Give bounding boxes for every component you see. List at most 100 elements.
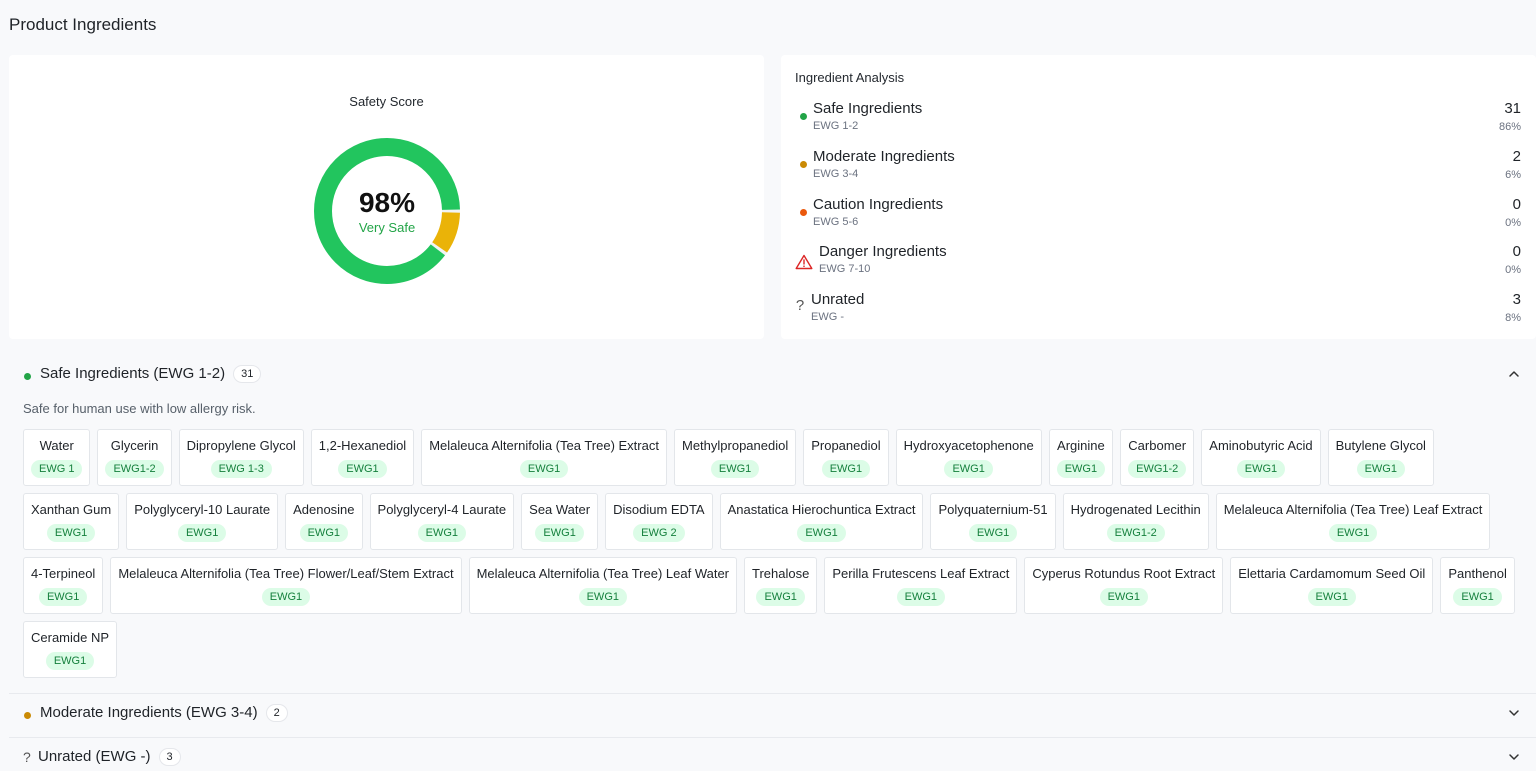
ingredient-chip[interactable]: Hydrogenated Lecithin EWG1-2: [1062, 493, 1209, 550]
ingredient-chip[interactable]: Glycerin EWG1-2: [97, 429, 172, 486]
ewg-badge: EWG 1: [31, 460, 83, 478]
ingredient-name: Butylene Glycol: [1335, 438, 1426, 453]
ingredient-chip[interactable]: Elettaria Cardamomum Seed Oil EWG1: [1230, 557, 1434, 614]
ingredient-chip[interactable]: Disodium EDTA EWG 2: [605, 493, 713, 550]
analysis-row-count: 3: [1512, 291, 1521, 308]
ingredient-chip[interactable]: Ceramide NP EWG1: [23, 621, 118, 678]
ewg-badge: EWG1: [261, 588, 311, 606]
ingredient-chip[interactable]: Water EWG 1: [23, 429, 91, 486]
ingredient-chip[interactable]: Panthenol EWG1: [1440, 557, 1515, 614]
ewg-badge: EWG1: [578, 588, 627, 606]
ewg-badge: EWG1-2: [105, 460, 164, 478]
green-dot-icon: [24, 373, 31, 380]
ingredient-name: Panthenol: [1448, 566, 1507, 581]
ingredient-name: Trehalose: [752, 566, 810, 581]
ingredient-chip[interactable]: 1,2-Hexanediol EWG1: [310, 429, 415, 486]
ingredient-chip[interactable]: Polyglyceryl-10 Laurate EWG1: [126, 493, 279, 550]
ingredient-chip[interactable]: Polyquaternium-51 EWG1: [930, 493, 1056, 550]
ingredient-chip[interactable]: Arginine EWG1: [1048, 429, 1114, 486]
ewg-badge: EWG1: [417, 524, 467, 542]
ingredient-chip[interactable]: Dipropylene Glycol EWG 1-3: [178, 429, 304, 486]
safe-section-count-badge: 31: [233, 365, 262, 383]
safety-score-description: Very Safe: [358, 219, 416, 235]
safe-section-title: Safe Ingredients (EWG 1-2) 31: [40, 365, 262, 383]
analysis-row-count: 31: [1504, 100, 1521, 117]
ewg-badge: EWG1: [1356, 460, 1405, 478]
analysis-row-range: EWG 3-4: [813, 168, 859, 180]
green-dot-icon: [795, 108, 811, 124]
ingredient-chip[interactable]: Butylene Glycol EWG1: [1327, 429, 1434, 486]
ewg-badge: EWG 1-3: [210, 460, 272, 478]
ingredient-name: Carbomer: [1128, 438, 1187, 453]
ingredient-name: Aminobutyric Acid: [1209, 438, 1313, 453]
question-mark-icon: ?: [795, 296, 805, 314]
safe-section-header[interactable]: Safe Ingredients (EWG 1-2) 31: [9, 354, 1536, 398]
ewg-badge: EWG1: [896, 588, 946, 606]
ewg-badge: EWG1: [1453, 588, 1502, 606]
ingredient-chip[interactable]: Melaleuca Alternifolia (Tea Tree) Leaf W…: [468, 557, 738, 614]
ewg-badge: EWG1: [1328, 524, 1378, 542]
analysis-row-safe: Safe Ingredients EWG 1-2 31 86%: [795, 100, 1521, 140]
ingredient-analysis-card: Ingredient Analysis Safe Ingredients EWG…: [781, 55, 1536, 339]
analysis-row-range: EWG 1-2: [813, 120, 859, 132]
ewg-badge: EWG1: [45, 652, 95, 670]
ingredient-chip[interactable]: Trehalose EWG1: [744, 557, 818, 614]
ingredient-chip[interactable]: Cyperus Rotundus Root Extract EWG1: [1024, 557, 1224, 614]
ingredient-name: Polyglyceryl-10 Laurate: [134, 502, 271, 517]
ewg-badge: EWG1-2: [1128, 460, 1187, 478]
ingredient-chip[interactable]: Methylpropanediol EWG1: [673, 429, 797, 486]
ingredient-chip[interactable]: Carbomer EWG1-2: [1120, 429, 1195, 486]
analysis-row-name: Caution Ingredients: [813, 196, 944, 213]
ewg-badge: EWG1: [1307, 588, 1356, 606]
ewg-badge: EWG 2: [633, 524, 685, 542]
ingredient-name: Sea Water: [529, 502, 591, 517]
donut-center: 98% Very Safe: [312, 136, 462, 286]
moderate-section-header[interactable]: Moderate Ingredients (EWG 3-4) 2: [9, 693, 1536, 737]
ingredient-chip[interactable]: Hydroxyacetophenone EWG1: [895, 429, 1042, 486]
ewg-badge: EWG1: [968, 524, 1018, 542]
ingredient-name: Perilla Frutescens Leaf Extract: [832, 566, 1010, 581]
ingredient-chip[interactable]: Anastatica Hierochuntica Extract EWG1: [719, 493, 924, 550]
ingredient-name: Ceramide NP: [31, 630, 110, 645]
ingredient-name: Anastatica Hierochuntica Extract: [727, 502, 916, 517]
analysis-row-moderate: Moderate Ingredients EWG 3-4 2 6%: [795, 148, 1521, 188]
ewg-badge: EWG1: [177, 524, 227, 542]
analysis-row-percent: 8%: [1505, 312, 1521, 324]
ingredient-chip[interactable]: Xanthan Gum EWG1: [23, 493, 120, 550]
moderate-section-title: Moderate Ingredients (EWG 3-4) 2: [40, 704, 288, 722]
ingredient-name: Water: [39, 438, 74, 453]
analysis-row-name: Danger Ingredients: [819, 243, 947, 260]
moderate-section-count-badge: 2: [265, 704, 288, 722]
unrated-section-header[interactable]: ? Unrated (EWG -) 3: [9, 737, 1536, 771]
ingredient-chip[interactable]: Sea Water EWG1: [521, 493, 599, 550]
ingredient-chip[interactable]: 4-Terpineol EWG1: [23, 557, 104, 614]
ingredient-chip[interactable]: Melaleuca Alternifolia (Tea Tree) Extrac…: [421, 429, 667, 486]
chevron-up-icon[interactable]: [1507, 367, 1521, 381]
safety-score-percent: 98%: [358, 186, 416, 218]
ewg-badge: EWG1: [710, 460, 760, 478]
ingredient-chip[interactable]: Polyglyceryl-4 Laurate EWG1: [369, 493, 515, 550]
safe-ingredient-chips: Water EWG 1 Glycerin EWG1-2 Dipropylene Glyc…: [23, 429, 1523, 678]
ingredient-chip[interactable]: Adenosine EWG1: [285, 493, 363, 550]
analysis-row-range: EWG 5-6: [813, 216, 859, 228]
ingredient-analysis-title: Ingredient Analysis: [795, 70, 905, 85]
analysis-row-percent: 0%: [1505, 217, 1521, 229]
ingredient-name: Polyglyceryl-4 Laurate: [377, 502, 507, 517]
analysis-row-caution: Caution Ingredients EWG 5-6 0 0%: [795, 196, 1521, 236]
page-title: Product Ingredients: [9, 15, 157, 34]
ingredient-chip[interactable]: Perilla Frutescens Leaf Extract EWG1: [824, 557, 1018, 614]
ingredient-name: Cyperus Rotundus Root Extract: [1032, 566, 1216, 581]
chevron-down-icon[interactable]: [1507, 750, 1521, 764]
chevron-down-icon[interactable]: [1507, 706, 1521, 720]
ewg-badge: EWG1: [535, 524, 584, 542]
ewg-badge: EWG1: [38, 588, 88, 606]
ingredient-chip[interactable]: Aminobutyric Acid EWG1: [1201, 429, 1321, 486]
safe-section-description: Safe for human use with low allergy risk…: [23, 401, 256, 416]
ingredient-chip[interactable]: Melaleuca Alternifolia (Tea Tree) Leaf E…: [1215, 493, 1491, 550]
ingredient-name: Arginine: [1057, 438, 1105, 453]
analysis-row-name: Unrated: [811, 291, 865, 308]
ingredient-chip[interactable]: Propanediol EWG1: [803, 429, 889, 486]
analysis-row-range: EWG 7-10: [819, 263, 871, 275]
ingredient-chip[interactable]: Melaleuca Alternifolia (Tea Tree) Flower…: [110, 557, 462, 614]
ewg-badge: EWG1: [46, 524, 96, 542]
